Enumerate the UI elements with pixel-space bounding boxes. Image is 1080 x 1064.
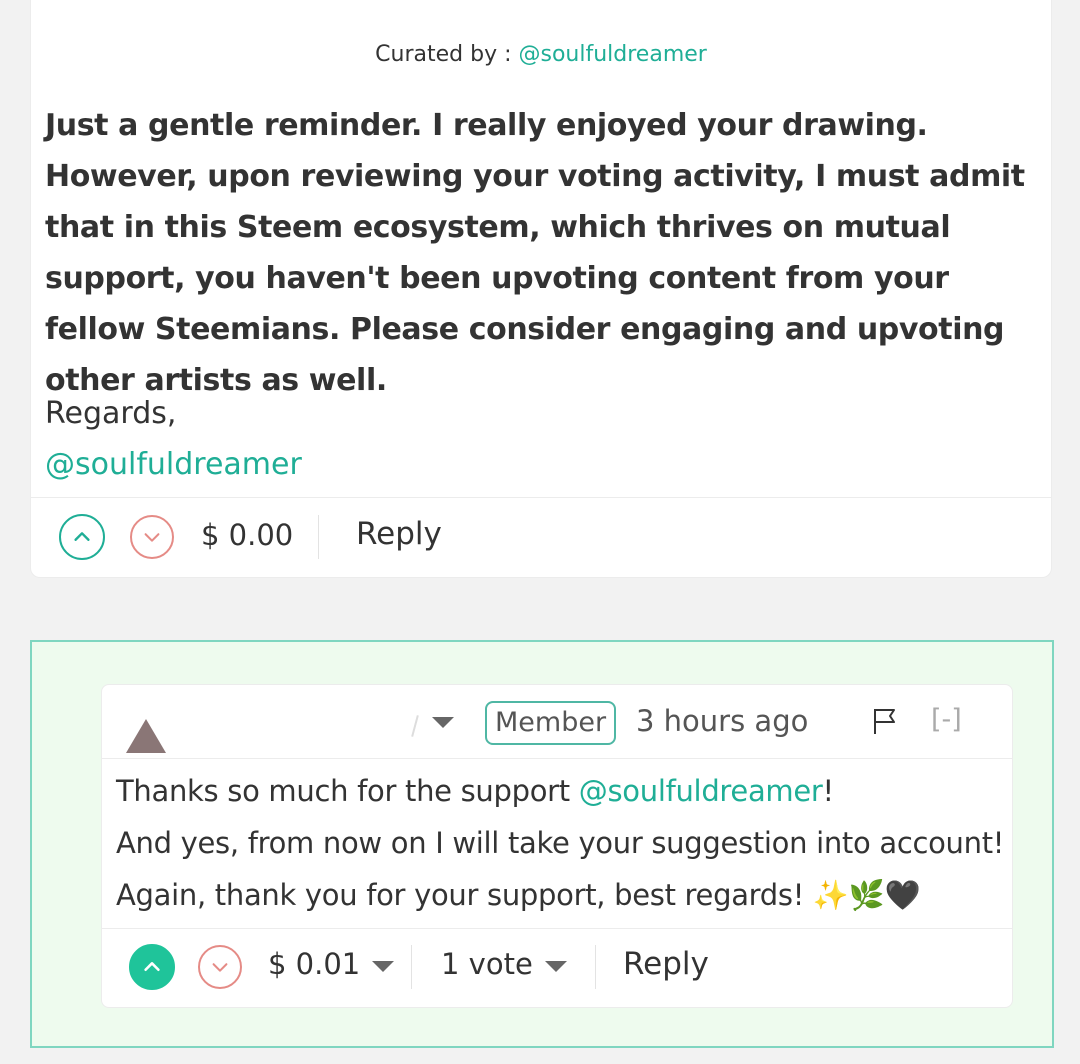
upvote-button[interactable] [59,514,105,560]
reply-line-3: Again, thank you for your support, best … [116,878,921,912]
footer-divider [318,515,319,559]
reply-button[interactable]: Reply [623,946,709,982]
comment-card: Curated by : @soulfuldreamer Just a gent… [30,0,1052,578]
author-name-placeholder [411,715,419,737]
reply-line-1-end: ! [822,774,835,808]
upvote-button[interactable] [129,944,175,990]
chevron-down-icon [212,963,228,972]
footer-divider [595,945,596,989]
signature-link[interactable]: @soulfuldreamer [45,439,302,490]
downvote-button[interactable] [130,515,174,559]
payout-value: $ 0.01 [268,947,361,981]
reply-line-1: Thanks so much for the support @soulfuld… [116,765,1006,817]
caret-down-icon[interactable] [432,717,454,728]
vote-count: 1 vote [441,947,533,981]
footer-divider [411,945,412,989]
collapse-toggle[interactable]: [-] [931,704,962,735]
timestamp[interactable]: 3 hours ago [636,704,808,738]
payout-value[interactable]: $ 0.00 [201,518,293,552]
reply-button[interactable]: Reply [356,516,442,552]
comment-footer: $ 0.00 Reply [31,497,1051,577]
curated-by-line: Curated by : @soulfuldreamer [31,42,1051,67]
mention-link[interactable]: @soulfuldreamer [579,774,823,808]
chevron-down-icon [144,533,160,542]
curated-prefix: Curated by : [375,42,519,67]
regards-text: Regards, [45,396,177,431]
reply-header: Member 3 hours ago [-] [102,685,1012,759]
caret-down-icon [544,960,567,972]
comment-body: Just a gentle reminder. I really enjoyed… [45,108,1025,398]
flag-icon[interactable] [872,707,898,735]
reply-card: Member 3 hours ago [-] Thanks so much fo… [101,684,1013,1008]
votes-dropdown[interactable]: 1 vote [441,947,567,981]
curator-link[interactable]: @soulfuldreamer [519,42,707,67]
comment-signature-block: Regards, @soulfuldreamer [45,388,302,490]
reply-footer: $ 0.01 1 vote Reply [102,928,1012,1008]
highlighted-reply-container: Member 3 hours ago [-] Thanks so much fo… [30,640,1054,1048]
reply-line-1-text: Thanks so much for the support [116,774,579,808]
caret-down-icon [372,960,395,972]
payout-dropdown[interactable]: $ 0.01 [268,947,395,981]
member-badge: Member [485,701,617,745]
reply-line-2: And yes, from now on I will take your su… [116,826,1005,860]
avatar[interactable] [126,719,166,753]
reply-body: Thanks so much for the support @soulfuld… [116,765,1006,921]
chevron-up-icon [74,532,90,541]
downvote-button[interactable] [198,945,242,989]
chevron-up-icon [144,962,160,972]
